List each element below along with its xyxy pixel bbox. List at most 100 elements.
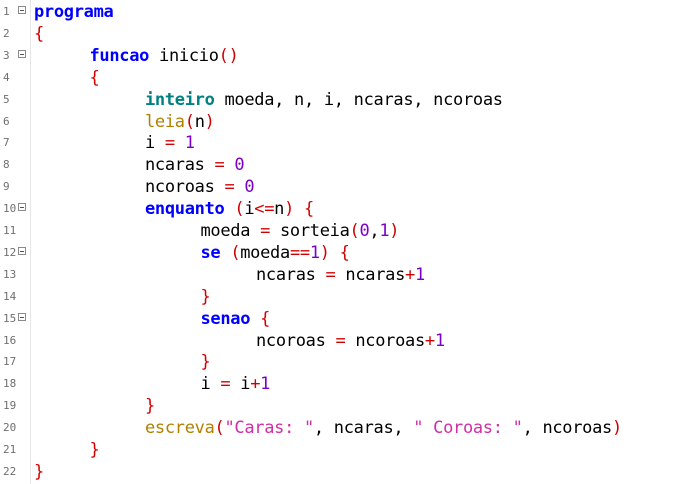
code-text[interactable]: } — [90, 439, 100, 461]
code-text[interactable]: { — [90, 67, 100, 89]
code-token: , — [313, 418, 334, 439]
code-editor[interactable]: 1 programa 2{3 funcao inicio() 4{5 inteiro mo… — [0, 0, 677, 484]
code-text[interactable]: leia(n) — [145, 111, 215, 133]
code-token: ncaras — [333, 418, 394, 439]
code-token: i — [200, 374, 211, 395]
code-text[interactable]: inteiro moeda, n, i, ncaras, ncoroas — [145, 89, 503, 111]
code-text[interactable]: senao { — [201, 308, 271, 330]
code-text[interactable]: funcao inicio() — [90, 45, 239, 67]
code-line[interactable]: 1 programa — [0, 1, 677, 23]
code-token: = — [224, 177, 235, 198]
code-token: n — [194, 111, 205, 132]
code-token: ) — [389, 221, 400, 241]
code-token: + — [424, 330, 435, 351]
line-number: 2 — [3, 26, 10, 40]
code-text[interactable]: programa — [34, 1, 114, 23]
code-text[interactable]: escreva("Caras: ", ncaras, " Coroas: ", … — [145, 417, 622, 439]
code-token: n — [294, 89, 304, 110]
code-token: ) — [284, 199, 295, 220]
code-line[interactable]: 16 ncoroas = ncoroas+1 — [0, 330, 677, 352]
code-text[interactable]: se (moeda==1) { — [201, 242, 350, 264]
line-number: 20 — [3, 421, 17, 435]
code-line[interactable]: 9 ncoroas = 0 — [0, 176, 677, 198]
code-line[interactable]: 12 se (moeda==1) { — [0, 242, 677, 264]
code-line[interactable]: 4{ — [0, 67, 677, 89]
code-text[interactable]: { — [34, 23, 44, 45]
code-text[interactable]: moeda = sorteia(0,1) — [201, 220, 400, 242]
code-line[interactable]: 19} — [0, 395, 677, 417]
fold-collapse-icon[interactable] — [18, 246, 26, 255]
fold-collapse-icon[interactable] — [18, 49, 26, 58]
code-token: 1 — [379, 221, 390, 241]
code-text[interactable]: enquanto (i<=n) { — [145, 198, 314, 220]
code-token: escreva — [145, 418, 215, 439]
code-token: ncaras — [256, 264, 316, 285]
code-token: i — [240, 374, 251, 395]
line-number: 5 — [3, 92, 10, 106]
code-line[interactable]: 11 moeda = sorteia(0,1) — [0, 220, 677, 242]
code-text[interactable]: i = 1 — [145, 132, 195, 154]
code-token: , — [393, 418, 414, 439]
line-number: 4 — [3, 70, 10, 84]
code-token: ( — [230, 242, 241, 263]
code-text[interactable]: i = i+1 — [201, 373, 271, 395]
code-token: , — [303, 89, 324, 110]
code-text[interactable]: ncoroas = 0 — [145, 176, 255, 198]
code-text[interactable]: } — [145, 395, 155, 417]
fold-collapse-icon[interactable] — [18, 312, 26, 321]
code-text[interactable]: ncaras = 0 — [145, 154, 245, 176]
line-number: 9 — [3, 180, 10, 194]
code-line[interactable]: 7 i = 1 — [0, 132, 677, 154]
fold-collapse-icon[interactable] — [18, 203, 26, 212]
code-token: sorteia — [280, 221, 350, 241]
code-text[interactable]: ncaras = ncaras+1 — [256, 264, 425, 286]
code-line[interactable]: 22} — [0, 461, 677, 483]
code-text[interactable]: } — [201, 351, 211, 373]
code-token: 0 — [234, 155, 245, 176]
code-line[interactable]: 20 escreva("Caras: ", ncaras, " Coroas: "… — [0, 417, 677, 439]
code-token: ) — [319, 242, 330, 263]
code-token: = — [335, 330, 346, 351]
code-token: = — [164, 133, 175, 154]
code-token: = — [260, 221, 271, 241]
code-token: ( — [349, 221, 360, 241]
code-line[interactable]: 17} — [0, 351, 677, 373]
line-number: 3 — [3, 48, 10, 62]
line-number: 7 — [3, 136, 10, 150]
code-token: { — [34, 23, 44, 44]
code-line[interactable]: 21} — [0, 439, 677, 461]
code-token: , — [413, 89, 434, 110]
code-token: } — [145, 396, 155, 417]
code-token: senao — [200, 308, 251, 329]
line-number: 22 — [3, 464, 17, 478]
code-text[interactable]: ncoroas = ncoroas+1 — [256, 330, 445, 352]
code-token: = — [214, 155, 225, 176]
code-line[interactable]: 8 ncaras = 0 — [0, 154, 677, 176]
code-line[interactable]: 14} — [0, 286, 677, 308]
code-line[interactable]: 10 enquanto (i<=n) { — [0, 198, 677, 220]
code-line[interactable]: 5 inteiro moeda, n, i, ncaras, ncoroas — [0, 89, 677, 111]
code-line[interactable]: 6 leia(n) — [0, 111, 677, 133]
code-line[interactable]: 13 ncaras = ncaras+1 — [0, 264, 677, 286]
fold-collapse-icon[interactable] — [18, 6, 26, 14]
code-token: { — [89, 67, 100, 88]
code-token: ) — [611, 418, 622, 439]
code-line[interactable]: 3 funcao inicio() — [0, 45, 677, 67]
code-token: leia — [145, 111, 185, 132]
code-token: { — [339, 242, 350, 263]
code-line[interactable]: 2{ — [0, 23, 677, 45]
code-line[interactable]: 15 senao { — [0, 308, 677, 330]
code-text[interactable]: } — [34, 461, 44, 483]
code-token: funcao — [89, 45, 150, 66]
code-token: } — [200, 286, 211, 307]
code-line[interactable]: 18 i = i+1 — [0, 373, 677, 395]
code-text[interactable]: } — [201, 286, 211, 308]
code-token: 1 — [414, 264, 425, 285]
